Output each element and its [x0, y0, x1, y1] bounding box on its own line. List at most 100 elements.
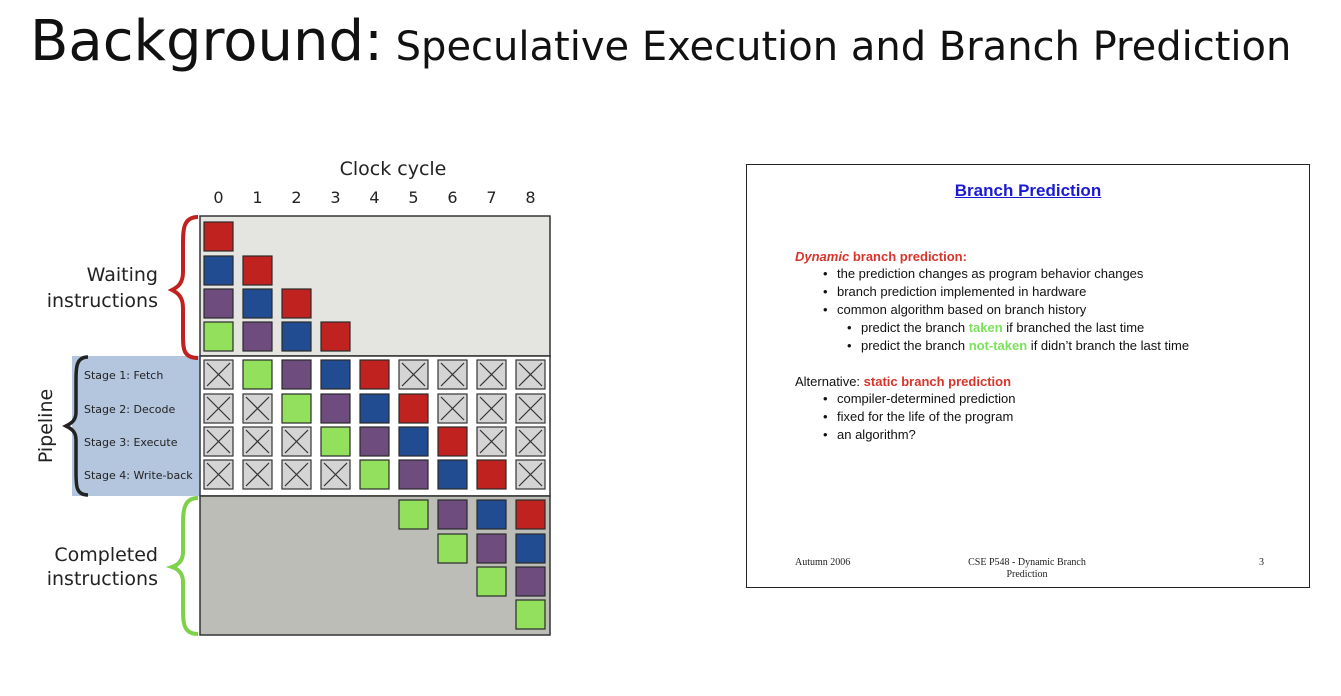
completed-instruction-green — [437, 533, 468, 564]
footer-date: Autumn 2006 — [795, 557, 851, 568]
empty-stage-cell — [515, 459, 546, 490]
waiting-instruction-green — [203, 321, 234, 352]
waiting-instruction-blue — [203, 255, 234, 286]
pipeline-label: Pipeline — [35, 389, 57, 463]
alternative-heading-red: static branch prediction — [863, 374, 1012, 389]
pipeline-instruction-purple — [281, 359, 312, 390]
empty-stage-cell — [437, 359, 468, 390]
cycle-tick-1: 1 — [252, 188, 262, 207]
cycle-tick-3: 3 — [330, 188, 340, 207]
dynamic-heading: Dynamic branch prediction: — [795, 249, 967, 264]
list-item: the prediction changes as program behavi… — [819, 265, 1189, 283]
empty-stage-cell — [203, 393, 234, 424]
cycle-tick-8: 8 — [525, 188, 535, 207]
empty-stage-cell — [476, 426, 507, 457]
dynamic-bullet-list: the prediction changes as program behavi… — [819, 265, 1189, 355]
completed-instruction-red — [515, 499, 546, 530]
empty-stage-cell — [320, 459, 351, 490]
pipeline-instruction-purple — [398, 459, 429, 490]
stage-label-1: Stage 1: Fetch — [84, 369, 163, 382]
cycle-tick-6: 6 — [447, 188, 457, 207]
stage-label-3: Stage 3: Execute — [84, 436, 178, 449]
cycle-tick-5: 5 — [408, 188, 418, 207]
slide-title: Background: Speculative Execution and Br… — [30, 14, 1291, 70]
completed-instruction-green — [515, 599, 546, 630]
empty-stage-cell — [476, 359, 507, 390]
pipeline-instruction-red — [437, 426, 468, 457]
cycle-tick-labels: 0 1 2 3 4 5 6 7 8 — [213, 188, 535, 207]
pipeline-instruction-blue — [437, 459, 468, 490]
pipeline-diagram: Clock cycle 0 1 2 3 4 5 6 7 8 Stage 1: Fetch Stag… — [0, 150, 600, 650]
clock-cycle-axis-label: Clock cycle — [340, 158, 447, 180]
dynamic-heading-rest: branch prediction: — [849, 249, 967, 264]
highlight-not-taken: not-taken — [968, 338, 1028, 353]
footer-course-line2: Prediction — [1006, 569, 1048, 580]
empty-stage-cell — [515, 359, 546, 390]
empty-stage-cell — [242, 393, 273, 424]
pipeline-instruction-red — [398, 393, 429, 424]
list-item: predict the branch not-taken if didn’t b… — [843, 337, 1189, 355]
empty-stage-cell — [203, 359, 234, 390]
pipeline-instruction-green — [242, 359, 273, 390]
empty-stage-cell — [476, 393, 507, 424]
sub-bullet-text: predict the branch — [861, 320, 969, 335]
title-main: Background: — [30, 9, 383, 74]
pipeline-instruction-red — [476, 459, 507, 490]
empty-stage-cell — [281, 426, 312, 457]
cycle-tick-0: 0 — [213, 188, 223, 207]
pipeline-instruction-green — [320, 426, 351, 457]
footer-course-line1: CSE P548 - Dynamic Branch — [968, 557, 1086, 568]
stage-label-2: Stage 2: Decode — [84, 403, 175, 416]
empty-stage-cell — [281, 459, 312, 490]
empty-stage-cell — [242, 459, 273, 490]
footer-page-number: 3 — [1259, 557, 1264, 568]
highlight-taken: taken — [968, 320, 1003, 335]
pipeline-instruction-red — [359, 359, 390, 390]
pipeline-instruction-purple — [359, 426, 390, 457]
pipeline-instruction-blue — [359, 393, 390, 424]
pipeline-instruction-blue — [320, 359, 351, 390]
alternative-heading-plain: Alternative: — [795, 374, 864, 389]
sub-bullet-text: predict the branch — [861, 338, 969, 353]
pipeline-instruction-blue — [398, 426, 429, 457]
cycle-tick-2: 2 — [291, 188, 301, 207]
waiting-instruction-red — [281, 288, 312, 319]
list-item: predict the branch taken if branched the… — [843, 319, 1189, 337]
pipeline-diagram-svg: Clock cycle 0 1 2 3 4 5 6 7 8 Stage 1: Fetch Stag… — [35, 158, 551, 636]
sub-bullet-text: if didn’t branch the last time — [1027, 338, 1190, 353]
completed-instruction-purple — [476, 533, 507, 564]
completed-bracket — [165, 496, 199, 636]
waiting-instruction-red — [242, 255, 273, 286]
empty-stage-cell — [242, 426, 273, 457]
completed-instruction-green — [476, 566, 507, 597]
empty-stage-cell — [398, 359, 429, 390]
completed-instruction-blue — [476, 499, 507, 530]
waiting-instruction-blue — [242, 288, 273, 319]
empty-stage-cell — [203, 426, 234, 457]
empty-stage-cell — [203, 459, 234, 490]
completed-instruction-green — [398, 499, 429, 530]
completed-instruction-purple — [515, 566, 546, 597]
alternative-heading: Alternative: static branch prediction — [795, 374, 1011, 389]
list-item: compiler-determined prediction — [819, 390, 1015, 408]
alternative-bullet-list: compiler-determined prediction fixed for… — [819, 390, 1015, 444]
stage-label-4: Stage 4: Write-back — [84, 469, 193, 482]
list-item: common algorithm based on branch history — [819, 301, 1189, 319]
dynamic-heading-italic: Dynamic — [795, 249, 850, 264]
embedded-slide-title: Branch Prediction — [954, 181, 1102, 200]
waiting-instruction-purple — [203, 288, 234, 319]
pipeline-instruction-green — [359, 459, 390, 490]
footer-course: CSE P548 - Dynamic Branch Prediction — [927, 557, 1127, 581]
waiting-label-line2: instructions — [47, 290, 158, 312]
waiting-instruction-purple — [242, 321, 273, 352]
waiting-instruction-blue — [281, 321, 312, 352]
empty-stage-cell — [437, 393, 468, 424]
title-subtitle: Speculative Execution and Branch Predict… — [382, 24, 1292, 70]
completed-label-line1: Completed — [54, 544, 158, 566]
pipeline-instruction-green — [281, 393, 312, 424]
completed-instruction-blue — [515, 533, 546, 564]
list-item: fixed for the life of the program — [819, 408, 1015, 426]
pipeline-instruction-purple — [320, 393, 351, 424]
sub-bullet-text: if branched the last time — [1002, 320, 1145, 335]
waiting-bracket — [167, 215, 199, 360]
